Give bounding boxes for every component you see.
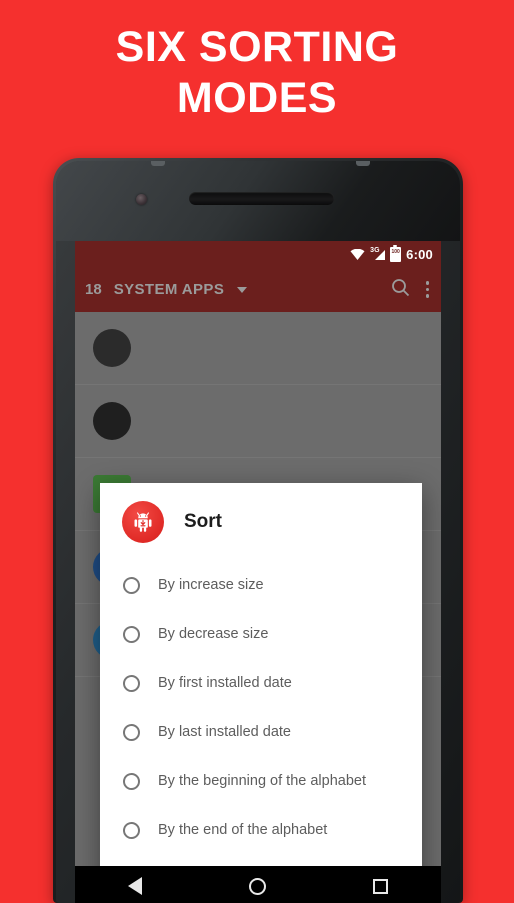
headline-line-1: SIX SORTING	[115, 23, 399, 71]
back-triangle-icon[interactable]	[128, 877, 143, 895]
bezel-accent-left	[151, 161, 165, 166]
app-count-label: 18	[85, 281, 102, 298]
promo-headline: SIX SORTING MODES	[0, 22, 514, 123]
recents-square-icon[interactable]	[372, 878, 388, 894]
sort-option-decrease-size[interactable]: By decrease size	[100, 610, 422, 659]
status-bar: 3G 100 6:00	[75, 241, 441, 267]
sort-option-label: By the beginning of the alphabet	[158, 773, 366, 790]
app-bar: 18 SYSTEM APPS	[75, 267, 441, 312]
phone-screen: 3G 100 6:00 18 SYSTEM APPS Sort By incre…	[75, 241, 441, 866]
sort-option-first-installed[interactable]: By first installed date	[100, 659, 422, 708]
list-item[interactable]	[75, 312, 441, 385]
navigation-bar	[75, 866, 441, 903]
front-camera-icon	[136, 194, 147, 205]
radio-button[interactable]	[123, 675, 140, 692]
phone-mockup: 3G 100 6:00 18 SYSTEM APPS Sort By incre…	[53, 158, 463, 903]
radio-button[interactable]	[123, 773, 140, 790]
app-icon	[93, 402, 131, 440]
wifi-icon	[350, 248, 365, 260]
sort-option-label: By first installed date	[158, 675, 292, 692]
sort-option-alphabet-end[interactable]: By the end of the alphabet	[100, 806, 422, 855]
dialog-header: Sort	[100, 483, 422, 561]
search-icon[interactable]	[391, 278, 410, 302]
phone-body: 3G 100 6:00 18 SYSTEM APPS Sort By incre…	[56, 161, 460, 903]
sort-option-label: By the end of the alphabet	[158, 822, 328, 839]
radio-button[interactable]	[123, 724, 140, 741]
overflow-menu-icon[interactable]	[425, 281, 429, 298]
headline-line-2: MODES	[176, 73, 338, 122]
sort-dialog: Sort By increase size By decrease size B…	[100, 483, 422, 866]
battery-icon: 100	[390, 244, 402, 262]
app-icon	[93, 329, 131, 367]
sort-option-last-installed[interactable]: By last installed date	[100, 708, 422, 757]
dialog-title: Sort	[184, 511, 222, 532]
app-bar-title: SYSTEM APPS	[113, 281, 225, 298]
android-download-icon	[122, 501, 164, 543]
earpiece-speaker	[189, 192, 334, 205]
list-item[interactable]	[75, 385, 441, 458]
status-bar-indicators: 3G 100 6:00	[350, 241, 433, 267]
chevron-down-icon[interactable]	[237, 286, 248, 293]
sort-option-alphabet-start[interactable]: By the beginning of the alphabet	[100, 757, 422, 806]
home-circle-icon[interactable]	[248, 877, 266, 895]
battery-level-label: 100	[391, 248, 400, 255]
radio-button[interactable]	[123, 577, 140, 594]
radio-button[interactable]	[123, 822, 140, 839]
cellular-signal-icon: 3G	[370, 247, 386, 260]
radio-button[interactable]	[123, 626, 140, 643]
sort-option-label: By decrease size	[158, 626, 269, 643]
sort-option-label: By last installed date	[158, 724, 291, 741]
sort-option-increase-size[interactable]: By increase size	[100, 561, 422, 610]
status-bar-clock: 6:00	[406, 246, 433, 262]
phone-top-bezel	[56, 161, 460, 241]
bezel-accent-right	[356, 161, 370, 166]
sort-option-label: By increase size	[158, 577, 264, 594]
